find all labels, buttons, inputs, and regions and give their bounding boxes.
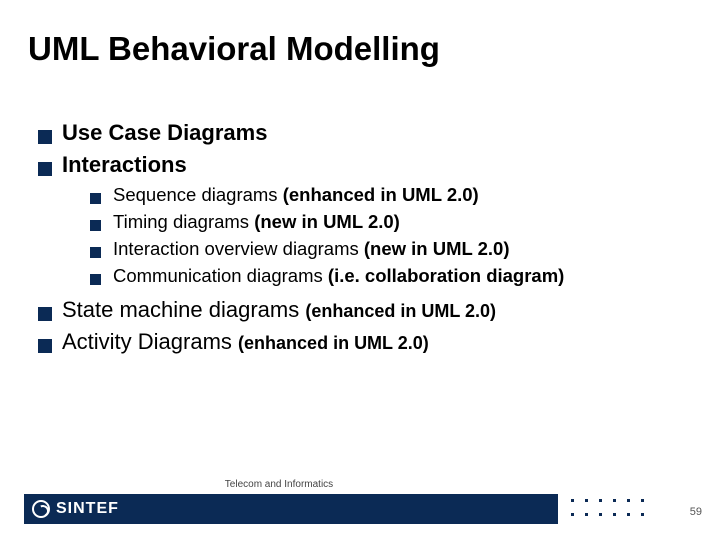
bullet-interactions: Interactions bbox=[38, 152, 690, 178]
bullet-state-machine: State machine diagrams (enhanced in UML … bbox=[38, 297, 690, 323]
square-bullet-icon bbox=[38, 162, 52, 176]
square-bullet-icon bbox=[38, 339, 52, 353]
brand-logo: SINTEF bbox=[32, 500, 119, 518]
bullet-use-case: Use Case Diagrams bbox=[38, 120, 690, 146]
slide-body: Use Case Diagrams Interactions Sequence … bbox=[38, 120, 690, 361]
footer: Telecom and Informatics SINTEF 59 bbox=[0, 486, 720, 524]
dot-grid-icon bbox=[571, 499, 650, 522]
page-number: 59 bbox=[690, 506, 702, 518]
interactions-sublist: Sequence diagrams (enhanced in UML 2.0) … bbox=[90, 184, 690, 287]
square-bullet-icon bbox=[90, 247, 101, 258]
footer-bar: SINTEF bbox=[24, 494, 558, 524]
square-bullet-icon bbox=[38, 130, 52, 144]
footer-caption: Telecom and Informatics bbox=[0, 479, 558, 490]
subbullet-text: Sequence diagrams (enhanced in UML 2.0) bbox=[113, 184, 479, 206]
subbullet-sequence: Sequence diagrams (enhanced in UML 2.0) bbox=[90, 184, 690, 206]
bullet-text: Activity Diagrams (enhanced in UML 2.0) bbox=[62, 329, 429, 355]
subbullet-text: Interaction overview diagrams (new in UM… bbox=[113, 238, 510, 260]
subbullet-timing: Timing diagrams (new in UML 2.0) bbox=[90, 211, 690, 233]
slide-title: UML Behavioral Modelling bbox=[28, 30, 440, 68]
subbullet-text: Timing diagrams (new in UML 2.0) bbox=[113, 211, 400, 233]
square-bullet-icon bbox=[90, 193, 101, 204]
brand-name: SINTEF bbox=[56, 500, 119, 518]
bullet-text: Interactions bbox=[62, 152, 187, 177]
bullet-activity: Activity Diagrams (enhanced in UML 2.0) bbox=[38, 329, 690, 355]
bullet-text: State machine diagrams (enhanced in UML … bbox=[62, 297, 496, 323]
subbullet-communication: Communication diagrams (i.e. collaborati… bbox=[90, 265, 690, 287]
subbullet-interaction-overview: Interaction overview diagrams (new in UM… bbox=[90, 238, 690, 260]
logo-ring-icon bbox=[32, 500, 50, 518]
square-bullet-icon bbox=[90, 220, 101, 231]
square-bullet-icon bbox=[38, 307, 52, 321]
slide: UML Behavioral Modelling Use Case Diagra… bbox=[0, 0, 720, 540]
subbullet-text: Communication diagrams (i.e. collaborati… bbox=[113, 265, 564, 287]
bullet-text: Use Case Diagrams bbox=[62, 120, 267, 145]
square-bullet-icon bbox=[90, 274, 101, 285]
